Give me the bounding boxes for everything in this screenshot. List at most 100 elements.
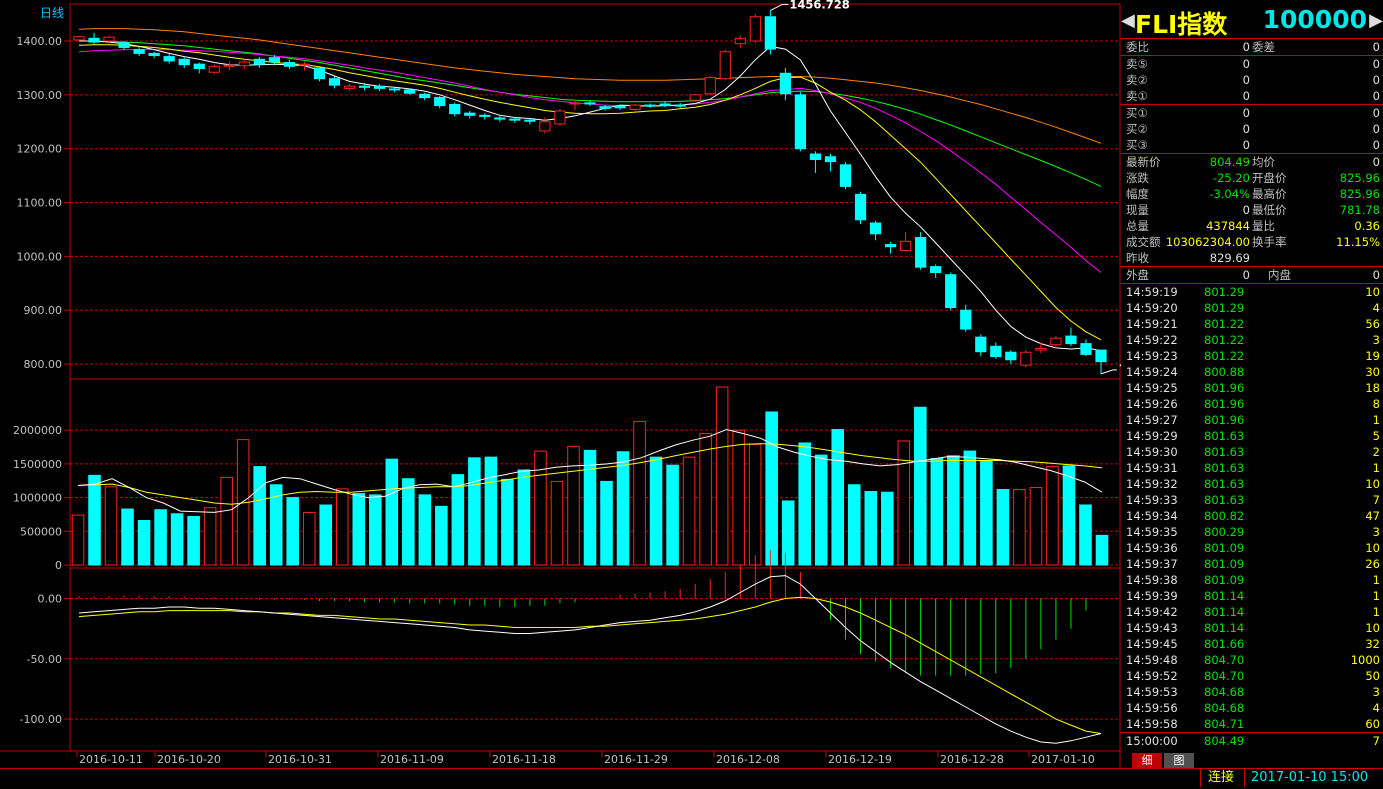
outer-value: 0 bbox=[1242, 268, 1250, 282]
tick-time: 14:59:53 bbox=[1126, 685, 1178, 699]
candle-down bbox=[313, 67, 326, 80]
book-label: 卖① bbox=[1126, 89, 1148, 103]
candle-down bbox=[283, 62, 296, 67]
volume-bar-down bbox=[468, 457, 481, 566]
candle-down bbox=[614, 105, 626, 109]
book-volume: 0 bbox=[1372, 106, 1380, 120]
tick-time: 14:59:19 bbox=[1126, 285, 1178, 299]
volume-tick-label: 0 bbox=[55, 559, 62, 572]
candle-down bbox=[990, 345, 1002, 358]
candle-down bbox=[869, 222, 882, 235]
tick-volume: 18 bbox=[1365, 381, 1380, 395]
row-value-2: 0 bbox=[1372, 155, 1380, 169]
row-label: 成交额 bbox=[1126, 235, 1161, 249]
prev-stock-icon[interactable]: ◀ bbox=[1121, 10, 1135, 31]
candle-down bbox=[163, 56, 175, 62]
book-label: 买② bbox=[1126, 122, 1148, 136]
row-value: 0 bbox=[1242, 203, 1250, 217]
tick-time: 14:59:37 bbox=[1126, 557, 1178, 571]
price-tick-label: 1300.00 bbox=[17, 89, 63, 102]
tick-time: 14:59:21 bbox=[1126, 317, 1178, 331]
volume-bar-up bbox=[335, 488, 349, 566]
candle-down bbox=[1065, 335, 1077, 345]
macd-tick-label: -50.00 bbox=[27, 653, 62, 666]
date-label: 2016-12-28 bbox=[940, 753, 1004, 766]
row-label: 现量 bbox=[1126, 203, 1149, 217]
diff-label: 委差 bbox=[1252, 40, 1275, 54]
row-label: 幅度 bbox=[1126, 187, 1149, 201]
kline-chart-area[interactable]: 日线 1400.00 1300.00 1200.00 1100.00 1000.00 900… bbox=[0, 0, 1121, 768]
candle-up bbox=[1050, 337, 1062, 346]
next-stock-icon[interactable]: ▶ bbox=[1369, 10, 1383, 31]
candle-up bbox=[569, 102, 581, 105]
diff-value: 0 bbox=[1372, 40, 1380, 54]
inner-label: 内盘 bbox=[1268, 268, 1291, 282]
row-value: 437844 bbox=[1206, 219, 1250, 233]
macd-tick-label: -100.00 bbox=[20, 713, 62, 726]
volume-bar-down bbox=[798, 442, 811, 566]
candle-down bbox=[779, 72, 791, 95]
tick-price: 801.63 bbox=[1204, 429, 1245, 443]
row-value-2: 11.15% bbox=[1336, 235, 1380, 249]
candle-up bbox=[900, 240, 912, 251]
candle-up bbox=[223, 64, 235, 67]
tab-chart[interactable]: 图 bbox=[1164, 753, 1194, 768]
volume-bar-down bbox=[501, 478, 514, 566]
chart-frame bbox=[69, 3, 1121, 752]
index-name: FLI指数 bbox=[1135, 10, 1228, 39]
connection-status[interactable]: 连接 bbox=[1200, 769, 1241, 787]
tick-price: 801.63 bbox=[1204, 445, 1245, 459]
tick-time: 14:59:29 bbox=[1126, 429, 1178, 443]
quote-header: ◀ FLI指数 100000 ▶ bbox=[1121, 4, 1383, 39]
tick-volume: 4 bbox=[1372, 701, 1380, 715]
tick-price: 801.14 bbox=[1204, 605, 1245, 619]
volume-bar-down bbox=[517, 469, 531, 566]
candle-down bbox=[358, 85, 371, 88]
bids-row[interactable]: 买③ 0 0 bbox=[1121, 137, 1383, 154]
bids-row[interactable]: 买② 0 0 bbox=[1121, 121, 1383, 137]
volume-bar-up bbox=[203, 507, 217, 566]
asks-row[interactable]: 卖⑤ 0 0 bbox=[1121, 56, 1383, 72]
book-price: 0 bbox=[1242, 73, 1250, 87]
tick-row: 14:59:27 801.96 1 bbox=[1121, 412, 1383, 428]
candle-down bbox=[764, 16, 776, 50]
tick-row: 14:59:19 801.29 10 bbox=[1121, 284, 1383, 300]
bids-row[interactable]: 买① 0 0 bbox=[1121, 105, 1383, 121]
order-ratio-row: 委比 0 委差 0 bbox=[1121, 39, 1383, 56]
dif-line bbox=[78, 575, 1102, 744]
price-tick-label: 1000.00 bbox=[17, 250, 63, 263]
tab-detail[interactable]: 细 bbox=[1132, 753, 1162, 768]
tick-time: 14:59:23 bbox=[1126, 349, 1178, 363]
tick-volume: 10 bbox=[1365, 477, 1380, 491]
asks-row[interactable]: 卖① 0 0 bbox=[1121, 88, 1383, 105]
asks-row[interactable]: 卖② 0 0 bbox=[1121, 72, 1383, 88]
row-value: 804.49 bbox=[1209, 155, 1250, 169]
tick-price: 801.63 bbox=[1204, 461, 1245, 475]
row-label-2: 开盘价 bbox=[1252, 171, 1287, 185]
candle-down bbox=[674, 104, 686, 107]
tick-price: 801.22 bbox=[1204, 317, 1245, 331]
book-volume: 0 bbox=[1372, 57, 1380, 71]
tick-row: 14:59:25 801.96 18 bbox=[1121, 380, 1383, 396]
volume-bar-up bbox=[71, 514, 85, 566]
candle-down bbox=[975, 336, 987, 353]
volume-bar-up bbox=[534, 450, 547, 566]
volume-bar-down bbox=[385, 458, 399, 566]
book-price: 0 bbox=[1242, 138, 1250, 152]
tick-price: 801.63 bbox=[1204, 477, 1245, 491]
row-label: 总量 bbox=[1126, 219, 1149, 233]
tick-volume: 26 bbox=[1365, 557, 1380, 571]
tick-price: 804.49 bbox=[1204, 734, 1245, 748]
volume-bar-down bbox=[451, 474, 465, 566]
tick-price: 801.66 bbox=[1204, 637, 1245, 651]
volume-bar-down bbox=[1095, 534, 1109, 566]
volume-bar-down bbox=[947, 455, 960, 566]
row-label-2: 量比 bbox=[1252, 219, 1275, 233]
volume-bar-down bbox=[881, 491, 894, 566]
quote-row: 幅度 -3.04% 最高价 825.96 bbox=[1121, 186, 1383, 202]
tick-price: 804.70 bbox=[1204, 653, 1245, 667]
index-code: 100000 bbox=[1262, 5, 1367, 34]
tick-time: 14:59:33 bbox=[1126, 493, 1178, 507]
tick-time: 14:59:39 bbox=[1126, 589, 1178, 603]
volume-tick-label: 1000000 bbox=[13, 492, 62, 505]
